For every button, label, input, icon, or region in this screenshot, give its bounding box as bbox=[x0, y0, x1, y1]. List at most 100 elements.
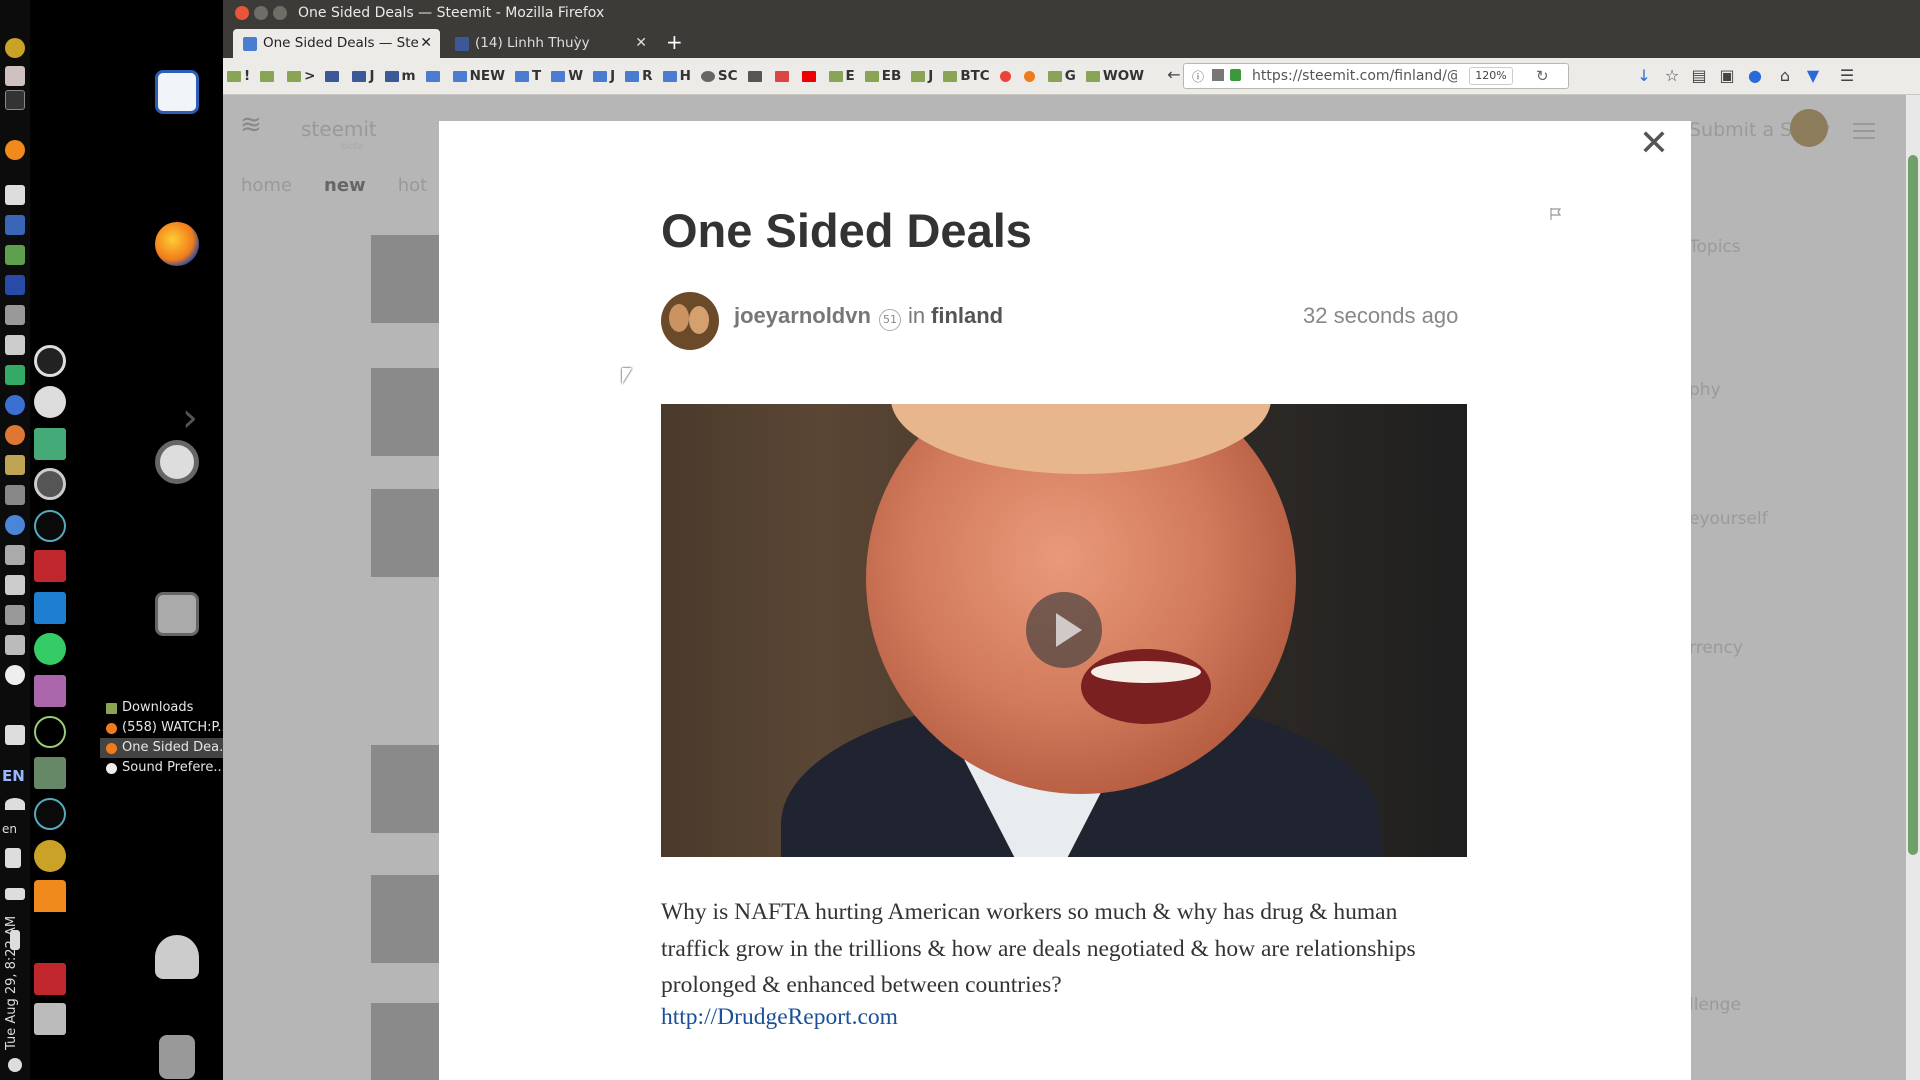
wifi-icon[interactable] bbox=[5, 798, 25, 810]
bookmark-item[interactable]: W bbox=[551, 68, 583, 84]
chevron-right-icon[interactable]: › bbox=[182, 395, 198, 441]
chrome-icon[interactable] bbox=[5, 515, 25, 535]
steemit-logo-icon[interactable]: ≋ bbox=[240, 110, 270, 140]
monitor-icon[interactable] bbox=[5, 365, 25, 385]
power-icon[interactable] bbox=[8, 1058, 22, 1072]
settings-icon[interactable] bbox=[155, 440, 199, 484]
sidebar-item[interactable]: llenge bbox=[1689, 995, 1741, 1015]
atom-icon[interactable] bbox=[34, 510, 66, 542]
viewer-icon[interactable] bbox=[34, 1003, 66, 1035]
nav-new[interactable]: new bbox=[324, 175, 366, 196]
telegram-icon[interactable] bbox=[34, 633, 66, 665]
archive-icon[interactable] bbox=[155, 592, 199, 636]
print-icon[interactable] bbox=[5, 545, 25, 565]
close-tab-icon[interactable]: ✕ bbox=[420, 29, 432, 58]
files-icon[interactable] bbox=[5, 305, 25, 325]
minimize-window-button[interactable] bbox=[254, 6, 268, 20]
hanger-icon[interactable] bbox=[34, 716, 66, 748]
maximize-window-button[interactable] bbox=[273, 6, 287, 20]
post-thumbnail[interactable] bbox=[371, 235, 441, 323]
url-bar[interactable]: ⓘ https://steemit.com/finland/@joeyarnol… bbox=[1183, 63, 1569, 89]
screenshot-icon[interactable] bbox=[34, 675, 66, 707]
bookmark-item[interactable]: J bbox=[352, 68, 375, 84]
reload-icon[interactable]: ↻ bbox=[1536, 67, 1549, 85]
drive-icon[interactable] bbox=[5, 635, 25, 655]
scrollbar-thumb[interactable] bbox=[1908, 155, 1918, 855]
post-thumbnail[interactable] bbox=[371, 875, 441, 963]
bookmark-item[interactable] bbox=[260, 68, 277, 84]
bookmark-item[interactable] bbox=[801, 68, 819, 84]
drudge-report-link[interactable]: http://DrudgeReport.com bbox=[661, 1004, 898, 1031]
author-avatar[interactable] bbox=[661, 292, 719, 350]
post-thumbnail[interactable] bbox=[371, 1003, 441, 1080]
webcam-icon[interactable] bbox=[34, 468, 66, 500]
bookmark-item[interactable]: EB bbox=[864, 68, 901, 84]
post-thumbnail[interactable] bbox=[371, 745, 441, 833]
sidebar-topics[interactable]: Topics bbox=[1689, 237, 1741, 257]
blender-icon[interactable] bbox=[34, 386, 66, 418]
app-icon[interactable] bbox=[5, 66, 25, 86]
bookmark-item[interactable]: > bbox=[287, 68, 315, 84]
avatar[interactable] bbox=[1790, 109, 1828, 147]
player-icon[interactable] bbox=[5, 395, 25, 415]
card-icon[interactable] bbox=[5, 725, 25, 745]
sync-icon[interactable]: ● bbox=[1746, 67, 1764, 85]
chrome-alt-icon[interactable] bbox=[5, 665, 25, 685]
post-thumbnail[interactable] bbox=[371, 368, 441, 456]
clock[interactable]: Tue Aug 29, 8:22 AM bbox=[4, 850, 19, 1050]
menu-icon[interactable]: ☰ bbox=[1838, 67, 1856, 85]
sidebar-item[interactable]: eyourself bbox=[1689, 509, 1768, 529]
firefox-icon[interactable] bbox=[155, 222, 199, 266]
bookmark-item[interactable] bbox=[774, 68, 792, 84]
mountain-icon[interactable] bbox=[34, 592, 66, 624]
youtube-toolbar-icon[interactable]: ▣ bbox=[1718, 67, 1736, 85]
steemit-logo-text[interactable]: steemit bbox=[301, 117, 377, 141]
coin-icon[interactable] bbox=[5, 38, 25, 58]
tab-linhh-thuy[interactable]: (14) Linhh Thuỳy ✕ bbox=[445, 29, 655, 58]
hamburger-icon[interactable] bbox=[1853, 123, 1875, 125]
bookmark-item[interactable]: G bbox=[1047, 68, 1076, 84]
video-player[interactable] bbox=[661, 404, 1467, 857]
bookmark-item[interactable]: m bbox=[384, 68, 416, 84]
bookmark-item[interactable]: WOW bbox=[1085, 68, 1144, 84]
bookmark-item[interactable]: T bbox=[515, 68, 541, 84]
new-tab-button[interactable]: + bbox=[666, 30, 683, 54]
sidebar-item[interactable]: phy bbox=[1689, 380, 1721, 400]
bookmark-item[interactable] bbox=[747, 68, 765, 84]
url-text[interactable]: https://steemit.com/finland/@joeyarnoldv… bbox=[1252, 68, 1457, 84]
info-icon[interactable]: ⓘ bbox=[1192, 68, 1204, 85]
bookmark-star-icon[interactable]: ☆ bbox=[1663, 67, 1681, 85]
camera-icon[interactable] bbox=[5, 335, 25, 355]
bookmark-item[interactable] bbox=[1023, 68, 1038, 84]
flag-icon[interactable] bbox=[1549, 207, 1563, 221]
folder-icon[interactable] bbox=[5, 455, 25, 475]
nav-home[interactable]: home bbox=[241, 175, 292, 196]
category-link[interactable]: finland bbox=[931, 303, 1003, 329]
bookmark-item[interactable] bbox=[325, 68, 342, 84]
bookmark-item[interactable]: E bbox=[828, 68, 855, 84]
eject-icon[interactable] bbox=[5, 90, 25, 110]
display-icon[interactable] bbox=[5, 575, 25, 595]
app-icon[interactable] bbox=[34, 757, 66, 789]
post-timestamp[interactable]: 32 seconds ago bbox=[1303, 303, 1458, 329]
notes-icon[interactable] bbox=[5, 185, 25, 205]
obs-icon[interactable] bbox=[34, 345, 66, 377]
close-tab-icon[interactable]: ✕ bbox=[635, 29, 647, 58]
permissions-icon[interactable] bbox=[1212, 69, 1224, 81]
sidebar-item[interactable]: rrency bbox=[1689, 638, 1743, 658]
filezilla-icon[interactable] bbox=[34, 550, 66, 582]
reading-list-icon[interactable]: ▤ bbox=[1690, 67, 1708, 85]
nav-hot[interactable]: hot bbox=[398, 175, 427, 196]
bookmark-item[interactable]: J bbox=[911, 68, 933, 84]
bookmark-item[interactable]: ! bbox=[227, 68, 250, 84]
ubuntu-icon[interactable] bbox=[5, 425, 25, 445]
bookmark-item[interactable]: BTC bbox=[943, 68, 990, 84]
bookmark-item[interactable]: J bbox=[593, 68, 615, 84]
author-link[interactable]: joeyarnoldvn bbox=[734, 303, 871, 329]
bookmark-item[interactable]: H bbox=[662, 68, 691, 84]
zoom-level[interactable]: 120% bbox=[1469, 67, 1513, 85]
bitcoin-icon[interactable] bbox=[5, 140, 25, 160]
trash-icon[interactable] bbox=[159, 1035, 195, 1079]
close-window-button[interactable] bbox=[235, 6, 249, 20]
keyboard-layout[interactable]: EN bbox=[2, 767, 25, 785]
